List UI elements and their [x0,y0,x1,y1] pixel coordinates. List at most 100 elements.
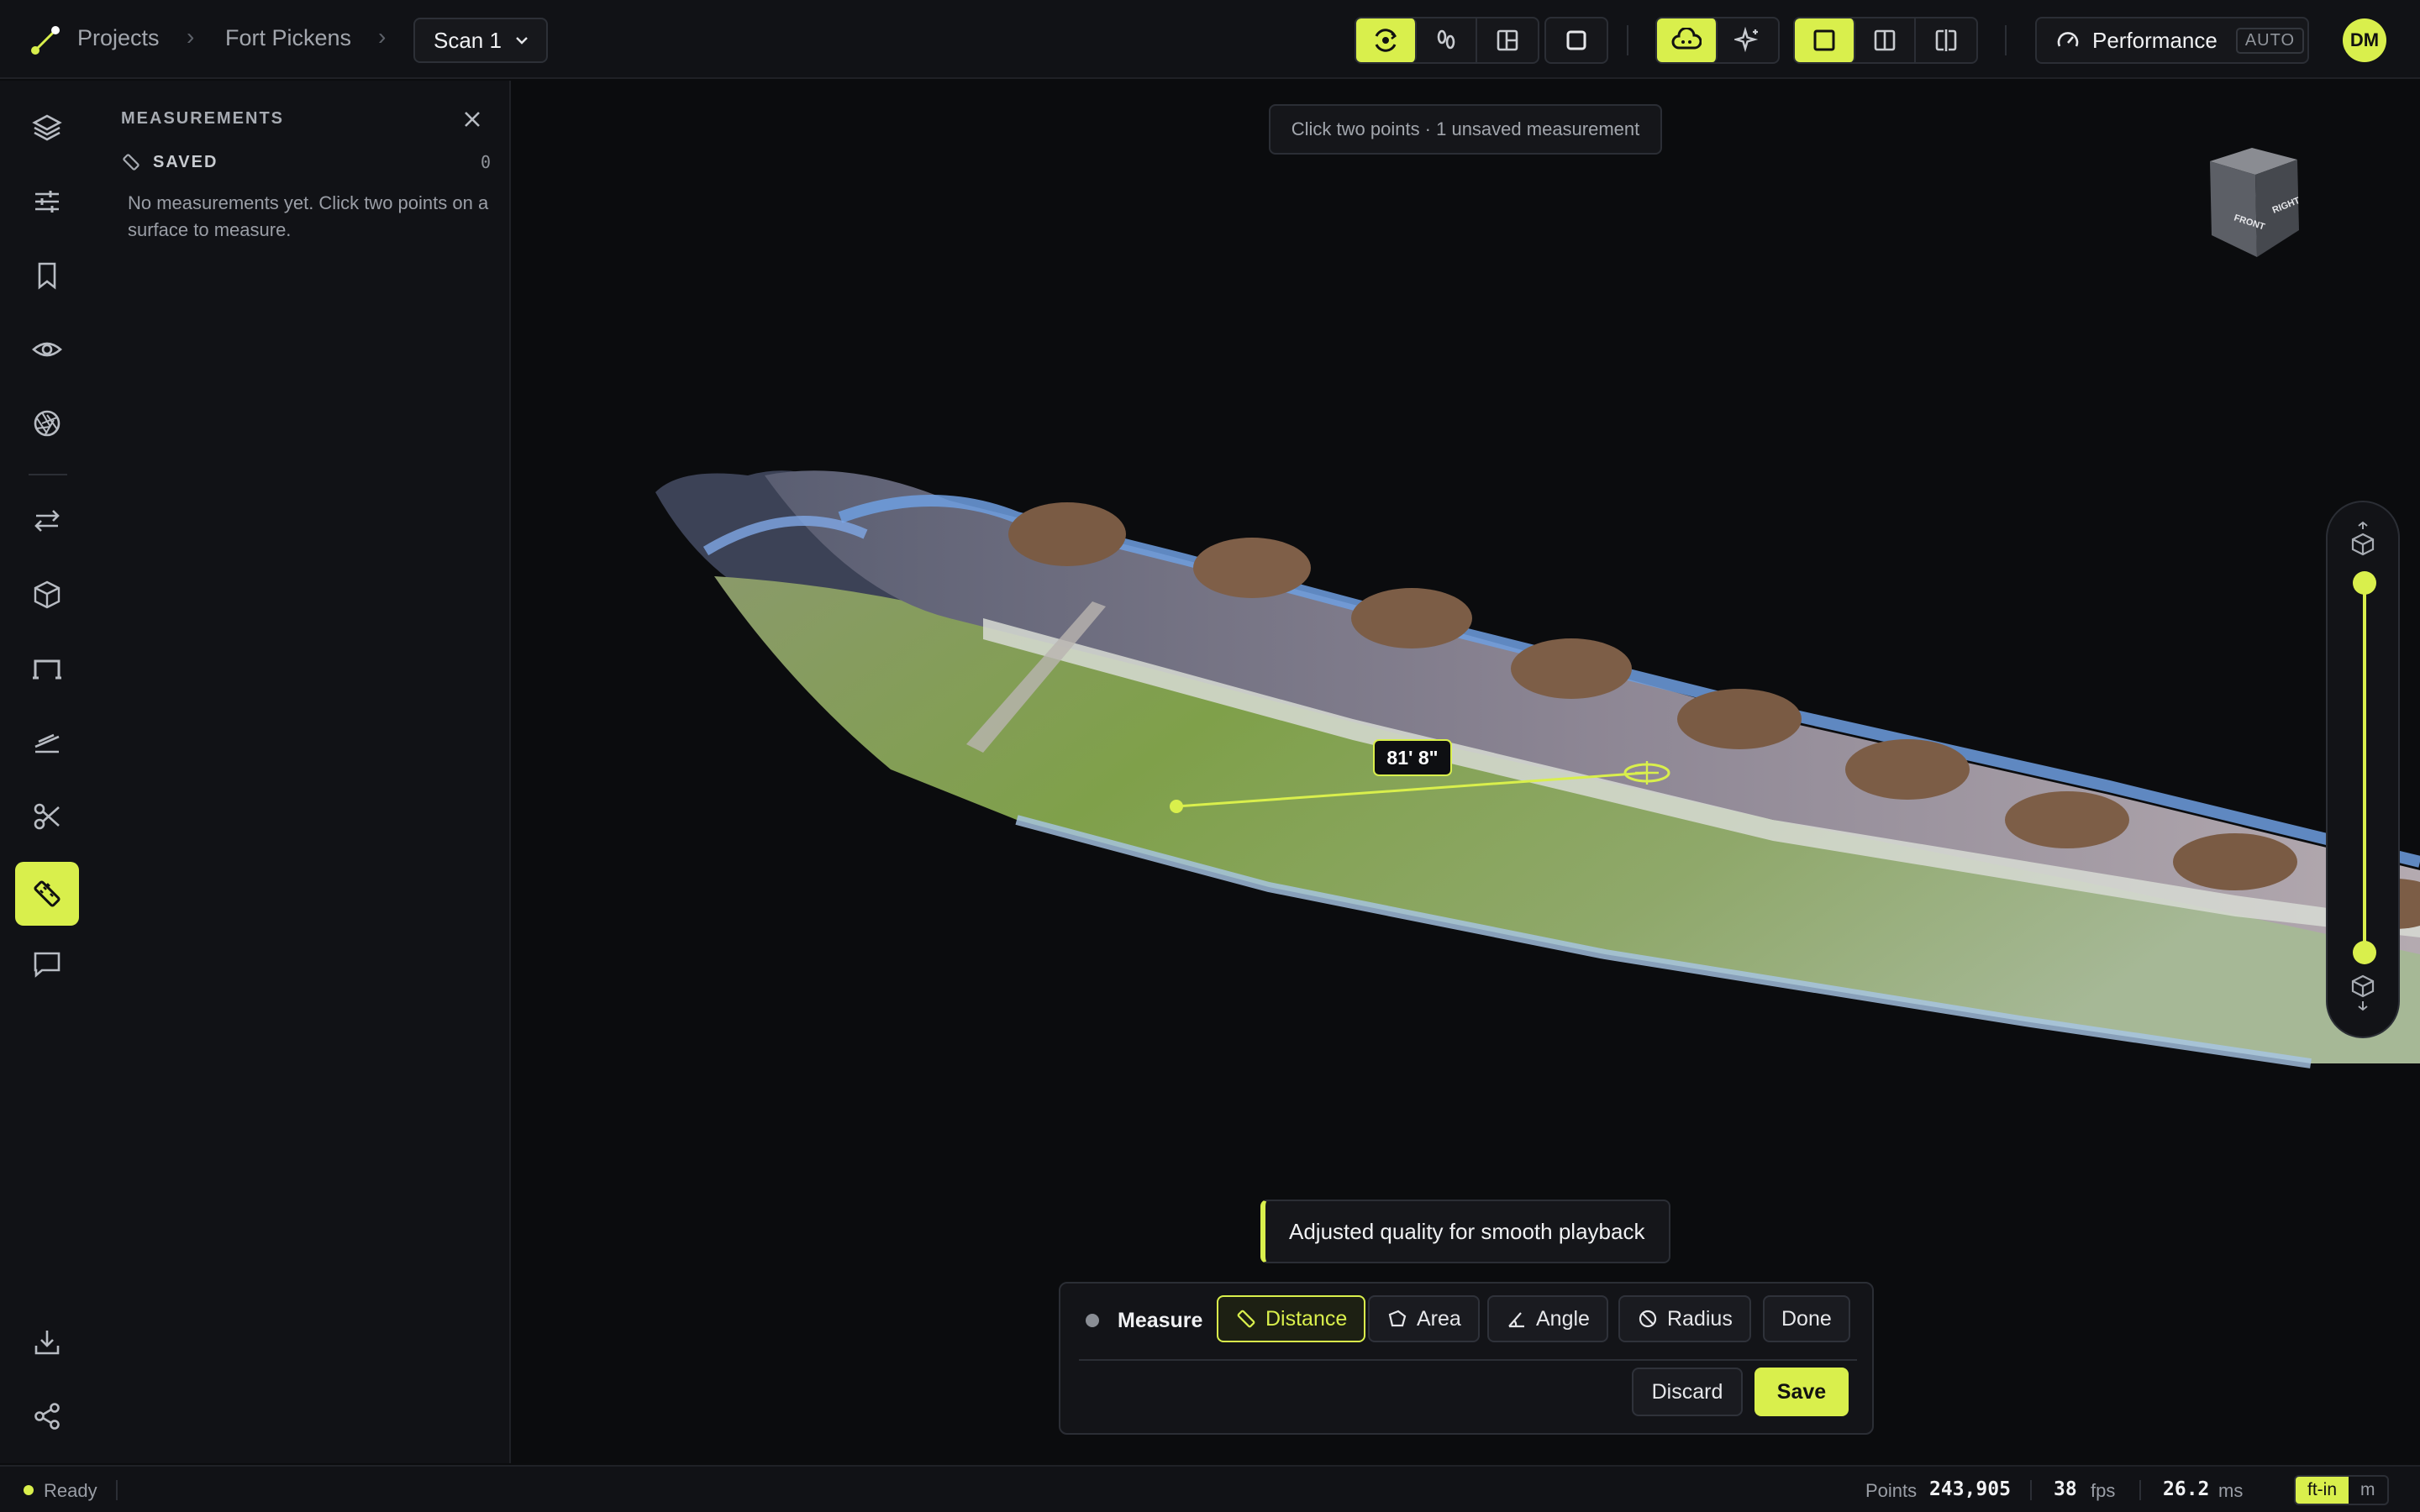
app-logo-icon[interactable] [29,24,62,57]
point-cloud-button[interactable] [1657,18,1718,62]
status-indicator [24,1485,34,1495]
saved-count: 0 [480,152,491,172]
section-button[interactable] [15,637,79,701]
performance-label: Performance [2092,27,2217,53]
eye-icon [32,342,62,357]
saved-section-header[interactable]: SAVED 0 [121,150,491,175]
radius-tool-button[interactable]: Radius [1618,1295,1751,1342]
clip-button[interactable] [15,785,79,848]
measurements-panel: MEASUREMENTS SAVED 0 No measurements yet… [94,81,511,1463]
angle-tool-label: Angle [1536,1306,1590,1331]
sliders-icon [35,191,59,213]
slider-top-handle[interactable] [2353,571,2376,595]
height-clip-slider[interactable] [2326,501,2400,1038]
nav-cube[interactable]: FRONT RIGHT [2193,136,2319,262]
scissors-icon [34,803,60,830]
angle-tool-button[interactable]: Angle [1487,1295,1608,1342]
save-button[interactable]: Save [1754,1368,1849,1416]
radius-tool-label: Radius [1667,1306,1733,1331]
user-avatar[interactable]: DM [2343,18,2386,62]
fps-value: 38 [2054,1478,2077,1500]
distance-tool-button[interactable]: Distance [1217,1295,1366,1342]
split-view-icon [1874,29,1896,51]
comment-icon [34,952,60,978]
share-button[interactable] [15,1384,79,1448]
cube-up-icon [2351,521,2375,556]
terrain-icon [34,733,60,753]
layers-button[interactable] [15,96,79,160]
points-value: 243,905 [1929,1478,2011,1500]
measurement-label[interactable]: 81' 8" [1373,739,1452,776]
objects-button[interactable] [15,563,79,627]
unit-imperial-option[interactable]: ft-in [2296,1477,2349,1504]
cube-icon [34,580,60,609]
transfer-button[interactable] [15,489,79,553]
left-tool-rail [0,81,94,1463]
empty-state-text: No measurements yet. Click two points on… [128,192,489,240]
gauge-icon [2057,32,2079,47]
status-divider [2139,1480,2141,1500]
download-icon [34,1331,60,1355]
single-view-button[interactable] [1795,18,1855,62]
camera-button[interactable] [15,391,79,455]
discard-button[interactable]: Discard [1632,1368,1743,1416]
frame-time-label: ms [2218,1480,2244,1501]
status-text: Ready [44,1480,97,1501]
layout-mode-button[interactable] [1477,18,1538,62]
panel-title: MEASUREMENTS [121,109,285,128]
transfer-icon [34,510,60,532]
frame-time-value: 26.2 [2163,1478,2210,1500]
adjustments-button[interactable] [15,170,79,234]
area-tool-label: Area [1417,1306,1461,1331]
unit-toggle[interactable]: ft-in m [2294,1475,2389,1505]
comments-button[interactable] [15,932,79,996]
terrain-button[interactable] [15,711,79,774]
split-view-button[interactable] [1855,18,1916,62]
rail-divider [29,474,67,475]
share-icon [34,1403,60,1430]
scan-select[interactable]: Scan 1 [413,18,548,63]
done-button[interactable]: Done [1763,1295,1850,1342]
toolbar-divider [1627,25,1628,55]
unit-metric-option[interactable]: m [2349,1477,2387,1504]
saved-label: SAVED [153,152,218,171]
performance-button[interactable]: Performance AUTO [2035,17,2309,64]
compare-view-icon [1935,29,1957,51]
walk-mode-button[interactable] [1417,18,1477,62]
navigation-mode-group [1355,17,1539,64]
download-button[interactable] [15,1310,79,1374]
measure-hint: Click two points · 1 unsaved measurement [1269,104,1662,155]
compare-view-button[interactable] [1916,18,1976,62]
frame-group [1544,17,1608,64]
distance-tool-label: Distance [1265,1306,1348,1331]
bookmarks-button[interactable] [15,244,79,307]
bookmark-icon [38,262,56,290]
square-icon [1566,30,1586,50]
area-tool-button[interactable]: Area [1368,1295,1480,1342]
measure-toolbar-title: Measure [1118,1309,1203,1332]
view-layout-group [1793,17,1978,64]
polygon-icon [1388,1310,1407,1327]
breadcrumb-chevron-icon: › [187,24,195,50]
ruler-icon [1237,1310,1255,1328]
measure-toolbar: Measure Distance Area Angle Radius Done … [1059,1282,1874,1435]
breadcrumb-projects[interactable]: Projects [77,25,160,51]
slider-bottom-handle[interactable] [2353,941,2376,964]
visibility-button[interactable] [15,318,79,381]
close-icon[interactable] [460,108,484,131]
measure-status-dot [1086,1314,1099,1327]
performance-mode-badge: AUTO [2235,27,2305,54]
status-divider [116,1480,118,1500]
section-icon [33,659,61,680]
walk-icon [1437,29,1455,50]
render-mode-group [1655,17,1780,64]
radius-icon [1639,1310,1657,1328]
enhance-button[interactable] [1718,18,1778,62]
frame-button[interactable] [1546,18,1607,62]
slider-track [2363,583,2366,953]
orbit-mode-button[interactable] [1356,18,1417,62]
status-bar: Ready Points 243,905 38 fps 26.2 ms ft-i… [0,1465,2420,1512]
measure-button[interactable] [15,862,79,926]
breadcrumb-project[interactable]: Fort Pickens [225,25,351,51]
3d-viewport[interactable]: Click two points · 1 unsaved measurement… [513,81,2420,1463]
